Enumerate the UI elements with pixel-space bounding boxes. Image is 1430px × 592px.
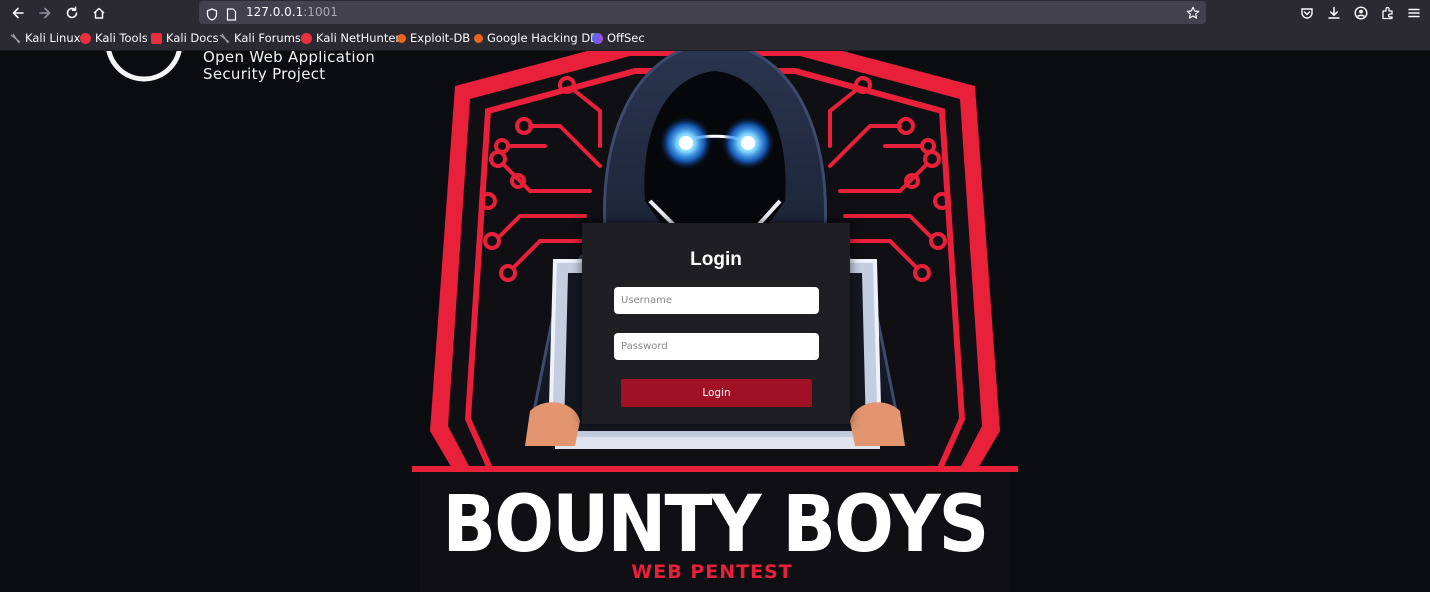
home-icon[interactable] bbox=[88, 2, 110, 24]
bookmark-label: Google Hacking DB bbox=[487, 31, 599, 45]
url-text[interactable]: 127.0.0.1:1001 bbox=[246, 5, 338, 19]
bookmark-label: Kali Forums bbox=[234, 31, 301, 45]
banner-title: BOUNTY BOYS bbox=[443, 480, 988, 570]
forward-icon[interactable] bbox=[34, 2, 56, 24]
bookmark-label: Kali Docs bbox=[166, 31, 219, 45]
username-input[interactable] bbox=[614, 287, 819, 314]
bookmark-kali-linux[interactable]: Kali Linux bbox=[10, 31, 80, 45]
page-content: Open Web Application Security Project BO… bbox=[0, 51, 1430, 592]
kali-dragon-icon bbox=[10, 33, 21, 44]
back-icon[interactable] bbox=[7, 2, 29, 24]
bookmark-label: Exploit-DB bbox=[410, 31, 471, 45]
url-bar[interactable]: 127.0.0.1:1001 bbox=[199, 1, 1206, 24]
bookmark-google-hacking-db[interactable]: Google Hacking DB bbox=[474, 31, 598, 45]
kali-forums-icon bbox=[219, 33, 230, 44]
login-button[interactable]: Login bbox=[621, 379, 812, 407]
pocket-icon[interactable] bbox=[1296, 2, 1318, 24]
banner-subtitle: WEB PENTEST bbox=[631, 561, 792, 583]
login-title: Login bbox=[690, 249, 742, 270]
account-icon[interactable] bbox=[1350, 2, 1372, 24]
reload-icon[interactable] bbox=[61, 2, 83, 24]
password-input[interactable] bbox=[614, 333, 819, 360]
kali-nethunter-icon bbox=[301, 32, 312, 44]
exploit-db-icon bbox=[397, 33, 406, 43]
bookmark-offsec[interactable]: OffSec bbox=[592, 31, 645, 45]
bookmarks-toolbar: Kali Linux Kali Tools Kali Docs Kali For… bbox=[0, 25, 1430, 51]
bookmark-exploit-db[interactable]: Exploit-DB bbox=[397, 31, 470, 45]
bookmark-kali-nethunter[interactable]: Kali NetHunter bbox=[301, 31, 400, 45]
bookmark-label: Kali Linux bbox=[25, 31, 81, 45]
bookmark-star-icon[interactable] bbox=[1186, 5, 1200, 24]
ghdb-icon bbox=[474, 33, 483, 43]
menu-icon[interactable] bbox=[1403, 2, 1425, 24]
tracking-shield-icon[interactable] bbox=[206, 6, 218, 25]
kali-docs-icon bbox=[151, 32, 162, 44]
page-info-icon[interactable] bbox=[226, 6, 237, 25]
downloads-icon[interactable] bbox=[1323, 2, 1345, 24]
bookmark-kali-docs[interactable]: Kali Docs bbox=[151, 31, 219, 45]
bookmark-label: Kali NetHunter bbox=[316, 31, 401, 45]
browser-toolbar: 127.0.0.1:1001 bbox=[0, 0, 1430, 25]
bookmark-label: OffSec bbox=[607, 31, 645, 45]
offsec-icon bbox=[592, 32, 603, 44]
bookmark-kali-forums[interactable]: Kali Forums bbox=[219, 31, 301, 45]
extensions-icon[interactable] bbox=[1377, 2, 1399, 24]
login-card: Login Login bbox=[582, 223, 850, 424]
bookmark-label: Kali Tools bbox=[95, 31, 148, 45]
bookmark-kali-tools[interactable]: Kali Tools bbox=[80, 31, 148, 45]
kali-tools-icon bbox=[80, 32, 91, 44]
